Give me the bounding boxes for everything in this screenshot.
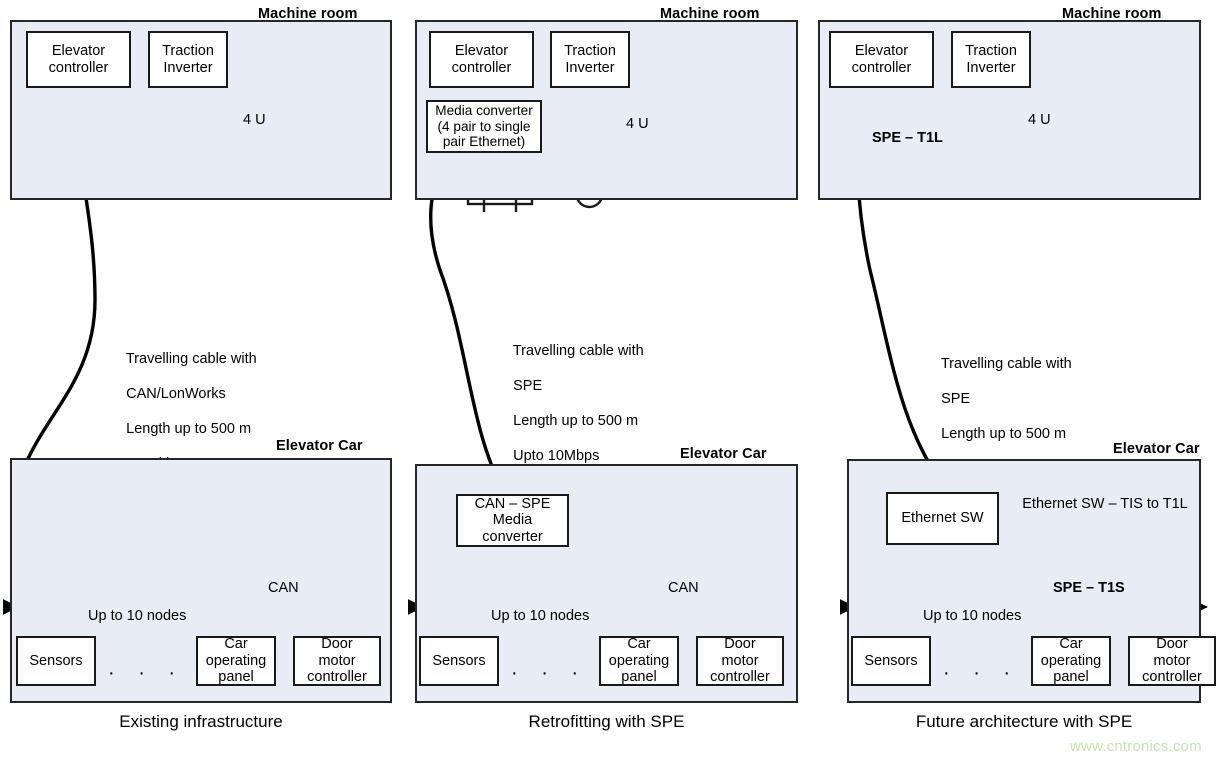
cable-line-1b: CAN/LonWorks bbox=[126, 385, 226, 402]
traction-inverter-3[interactable]: Traction Inverter bbox=[951, 31, 1031, 88]
car-operating-panel-3[interactable]: Car operating panel bbox=[1031, 636, 1111, 686]
cable-line-2b: SPE bbox=[513, 377, 543, 394]
elevator-car-title-2: Elevator Car bbox=[680, 446, 767, 462]
rack-unit-label-2: 4 U bbox=[626, 116, 649, 132]
bus-label-1: CAN bbox=[268, 580, 299, 596]
panel-caption-2: Retrofitting with SPE bbox=[528, 712, 685, 731]
spe-t1l-label-3: SPE – T1L bbox=[872, 130, 943, 146]
traction-inverter-1[interactable]: Traction Inverter bbox=[148, 31, 228, 88]
cable-line-3a: Travelling cable with bbox=[940, 355, 1072, 372]
door-motor-controller-2[interactable]: Door motor controller bbox=[696, 636, 784, 686]
bus-label-3: SPE – T1S bbox=[1053, 580, 1125, 596]
elevator-controller-3[interactable]: Elevator controller bbox=[829, 31, 934, 88]
cable-line-2a: Travelling cable with bbox=[512, 342, 644, 359]
cable-line-1c: Length up to 500 m bbox=[126, 420, 252, 437]
nodes-label-3: Up to 10 nodes bbox=[923, 608, 1022, 624]
elevator-controller-1[interactable]: Elevator controller bbox=[26, 31, 131, 88]
ethernet-switch-3[interactable]: Ethernet SW bbox=[886, 492, 999, 545]
diagram-canvas: Machine room Elevator controller Traction… bbox=[0, 0, 1230, 762]
nodes-label-2: Up to 10 nodes bbox=[491, 608, 590, 624]
cable-line-1a: Travelling cable with bbox=[125, 350, 257, 367]
can-spe-media-converter-2[interactable]: CAN – SPE Media converter bbox=[456, 494, 569, 547]
media-converter-2[interactable]: Media converter (4 pair to single pair Eth… bbox=[426, 100, 542, 153]
nodes-label-1: Up to 10 nodes bbox=[88, 608, 187, 624]
elevator-car-title-3: Elevator Car bbox=[1113, 441, 1200, 457]
elevator-controller-2[interactable]: Elevator controller bbox=[429, 31, 534, 88]
bus-label-2: CAN bbox=[668, 580, 699, 596]
ethernet-switch-note-3: Ethernet SW – TIS to T1L bbox=[1022, 496, 1188, 512]
door-motor-controller-1[interactable]: Door motor controller bbox=[293, 636, 381, 686]
cable-line-2d: Upto 10Mbps bbox=[513, 447, 600, 464]
sensors-3[interactable]: Sensors bbox=[851, 636, 931, 686]
panel-caption-3: Future architecture with SPE bbox=[915, 712, 1133, 731]
elevator-car-title-1: Elevator Car bbox=[276, 438, 363, 454]
sensors-1[interactable]: Sensors bbox=[16, 636, 96, 686]
door-motor-controller-3[interactable]: Door motor controller bbox=[1128, 636, 1216, 686]
panel-caption-1: Existing infrastructure bbox=[119, 712, 283, 731]
car-operating-panel-2[interactable]: Car operating panel bbox=[599, 636, 679, 686]
sensors-2[interactable]: Sensors bbox=[419, 636, 499, 686]
rack-unit-label-1: 4 U bbox=[243, 112, 266, 128]
cable-line-3c: Length up to 500 m bbox=[941, 425, 1067, 442]
cable-line-2c: Length up to 500 m bbox=[513, 412, 639, 429]
rack-unit-label-3: 4 U bbox=[1028, 112, 1051, 128]
cable-line-3b: SPE bbox=[941, 390, 971, 407]
traction-inverter-2[interactable]: Traction Inverter bbox=[550, 31, 630, 88]
travelling-cable-note-2: Travelling cable with SPE Length up to 5… bbox=[497, 325, 644, 483]
site-watermark: www.cntronics.com bbox=[1070, 738, 1202, 755]
car-operating-panel-1[interactable]: Car operating panel bbox=[196, 636, 276, 686]
